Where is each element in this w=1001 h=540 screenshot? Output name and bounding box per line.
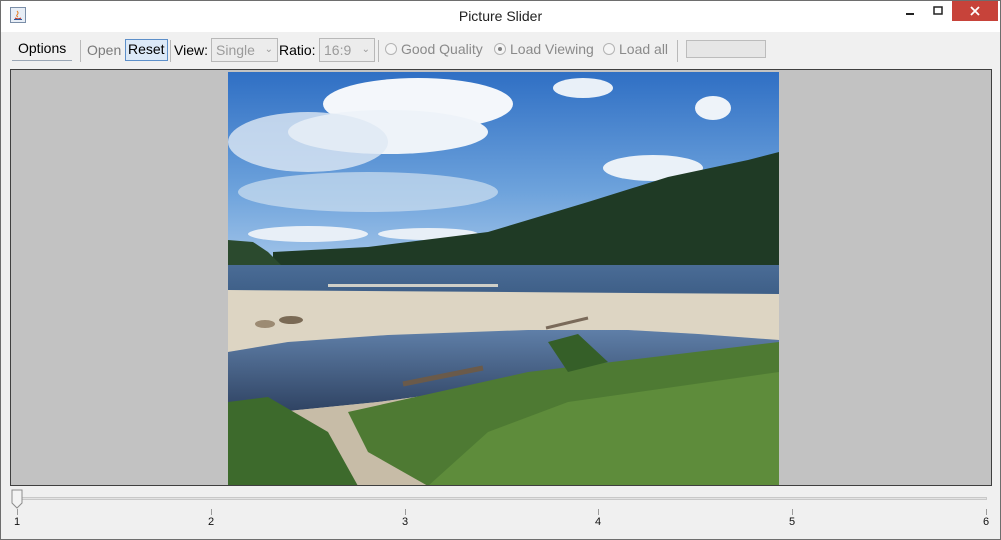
lake-landscape-photo — [228, 72, 779, 485]
close-button[interactable] — [952, 1, 998, 21]
radio-circle-icon — [385, 43, 397, 55]
minimize-icon — [906, 13, 914, 15]
radio-load-all[interactable]: Load all — [603, 41, 668, 57]
toolbar: Options Open Reset View: Single ⌄ Ratio:… — [1, 32, 1000, 68]
slider-tick — [211, 509, 212, 515]
maximize-icon — [933, 6, 943, 15]
toolbar-separator — [170, 40, 171, 62]
radio-load-viewing[interactable]: Load Viewing — [494, 41, 594, 57]
toolbar-separator — [378, 40, 379, 62]
view-select[interactable]: Single ⌄ — [211, 38, 278, 62]
options-menu-button[interactable]: Options — [12, 38, 73, 61]
radio-circle-icon — [603, 43, 615, 55]
slider-tick-label: 1 — [13, 516, 21, 528]
chevron-down-icon: ⌄ — [264, 44, 273, 55]
image-viewer[interactable] — [10, 69, 992, 486]
minimize-button[interactable] — [896, 1, 924, 21]
ratio-select-value: 16:9 — [324, 42, 352, 58]
ratio-label: Ratio: — [279, 42, 316, 58]
slider-thumb[interactable] — [11, 489, 23, 509]
view-select-value: Single — [216, 42, 255, 58]
slider-tick-label: 2 — [207, 516, 215, 528]
toolbar-separator — [677, 40, 678, 62]
close-icon — [970, 6, 980, 16]
slider-tick-label: 5 — [788, 516, 796, 528]
slider-tick-label: 6 — [982, 516, 990, 528]
slider-tick-label: 3 — [401, 516, 409, 528]
slider-tick — [986, 509, 987, 515]
app-window: Picture Slider Options Open Reset View: … — [0, 0, 1001, 540]
window-title: Picture Slider — [458, 8, 543, 24]
reset-button[interactable]: Reset — [125, 39, 168, 61]
slider-tick — [792, 509, 793, 515]
radio-load-all-label: Load all — [619, 41, 669, 57]
loading-progress-bar — [686, 40, 766, 58]
slider-tick — [598, 509, 599, 515]
radio-selected-icon — [494, 43, 506, 55]
chevron-down-icon: ⌄ — [361, 44, 370, 55]
slider-track[interactable] — [17, 497, 987, 500]
title-bar[interactable]: Picture Slider — [1, 1, 1000, 32]
radio-good-quality[interactable]: Good Quality — [385, 41, 483, 57]
ratio-select[interactable]: 16:9 ⌄ — [319, 38, 375, 62]
slider-tick — [405, 509, 406, 515]
slider-tick — [17, 509, 18, 515]
slider-tick-label: 4 — [594, 516, 602, 528]
toolbar-separator — [80, 40, 81, 62]
open-button[interactable]: Open — [87, 41, 121, 61]
radio-load-viewing-label: Load Viewing — [510, 41, 594, 57]
radio-good-quality-label: Good Quality — [401, 41, 483, 57]
view-label: View: — [174, 42, 208, 58]
maximize-button[interactable] — [924, 1, 952, 21]
image-slider[interactable]: 1 2 3 4 5 6 — [1, 487, 1000, 539]
